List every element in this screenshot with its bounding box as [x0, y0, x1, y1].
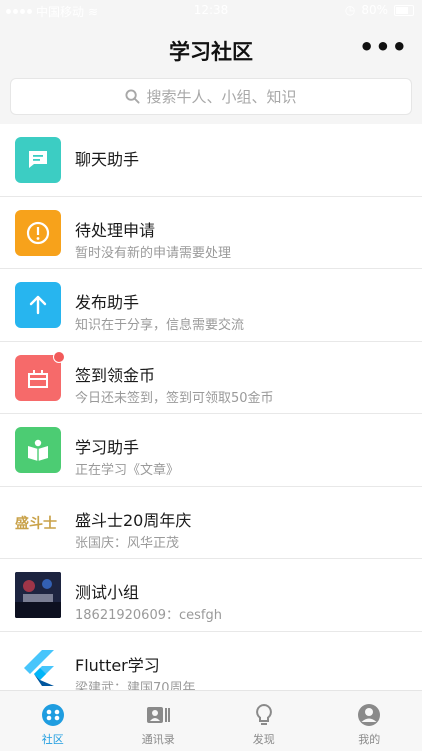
tab-community[interactable]: 社区 [0, 691, 106, 751]
tab-label: 通讯录 [142, 731, 175, 747]
tab-discover[interactable]: 发现 [211, 691, 317, 751]
profile-icon [357, 703, 381, 727]
list-item-anniversary-group[interactable]: 盛斗士 盛斗士20周年庆 张国庆：风华正茂 [0, 487, 422, 560]
tab-profile[interactable]: 我的 [317, 691, 422, 751]
item-subtitle: 暂时没有新的申请需要处理 [75, 242, 231, 261]
group-logo: 盛斗士 [15, 500, 61, 546]
header: 学习社区 ••• 搜索牛人、小组、知识 [0, 20, 422, 124]
tab-contacts[interactable]: 通讯录 [106, 691, 212, 751]
tab-label: 发现 [253, 731, 275, 747]
battery-icon [394, 5, 414, 16]
contacts-icon [145, 703, 171, 727]
search-placeholder: 搜索牛人、小组、知识 [146, 86, 296, 107]
tab-label: 我的 [358, 731, 380, 747]
list-item-chat-assistant[interactable]: 聊天助手 [0, 124, 422, 197]
item-name: Flutter学习 [75, 652, 160, 676]
list-item-pending-requests[interactable]: 待处理申请 暂时没有新的申请需要处理 [0, 197, 422, 270]
item-subtitle: 张国庆：风华正茂 [75, 532, 179, 551]
book-user-icon [15, 427, 61, 473]
item-name: 发布助手 [75, 289, 139, 313]
list-item-checkin[interactable]: 签到领金币 今日还未签到，签到可领取50金币 [0, 342, 422, 415]
flutter-logo [15, 645, 61, 691]
svg-text:盛斗士: 盛斗士 [15, 515, 57, 532]
conversation-list: 聊天助手 待处理申请 暂时没有新的申请需要处理 发布助手 知识在于分享，信息需要… [0, 124, 422, 703]
unread-dot [53, 351, 65, 363]
item-subtitle: 正在学习《文章》 [75, 459, 179, 478]
arrow-up-icon [15, 282, 61, 328]
search-icon [125, 89, 140, 104]
status-right: ◷ 80% [345, 3, 414, 17]
item-name: 测试小组 [75, 579, 139, 603]
tab-label: 社区 [42, 731, 64, 747]
item-subtitle: 知识在于分享，信息需要交流 [75, 314, 244, 333]
chat-bubble-icon [15, 137, 61, 183]
item-name: 盛斗士20周年庆 [75, 507, 191, 531]
list-item-publish-assistant[interactable]: 发布助手 知识在于分享，信息需要交流 [0, 269, 422, 342]
item-subtitle: 18621920609：cesfgh [75, 604, 222, 623]
bottom-tab-bar: 社区 通讯录 发现 我的 [0, 690, 422, 751]
gift-box-icon [15, 355, 61, 401]
lightbulb-icon [252, 703, 276, 727]
status-bar: 中国移动 ≋ 12:38 ◷ 80% [0, 0, 422, 20]
more-icon[interactable]: ••• [359, 38, 408, 56]
list-item-test-group[interactable]: 测试小组 18621920609：cesfgh [0, 559, 422, 632]
item-name: 待处理申请 [75, 217, 155, 241]
community-icon [41, 703, 65, 727]
battery-label: 80% [361, 3, 388, 17]
item-name: 签到领金币 [75, 362, 155, 386]
item-name: 学习助手 [75, 434, 139, 458]
alert-circle-icon [15, 210, 61, 256]
search-input[interactable]: 搜索牛人、小组、知识 [10, 78, 412, 115]
item-subtitle: 今日还未签到，签到可领取50金币 [75, 387, 274, 406]
group-avatar [15, 572, 61, 618]
item-name: 聊天助手 [75, 146, 139, 170]
list-item-study-assistant[interactable]: 学习助手 正在学习《文章》 [0, 414, 422, 487]
alarm-icon: ◷ [345, 3, 355, 17]
